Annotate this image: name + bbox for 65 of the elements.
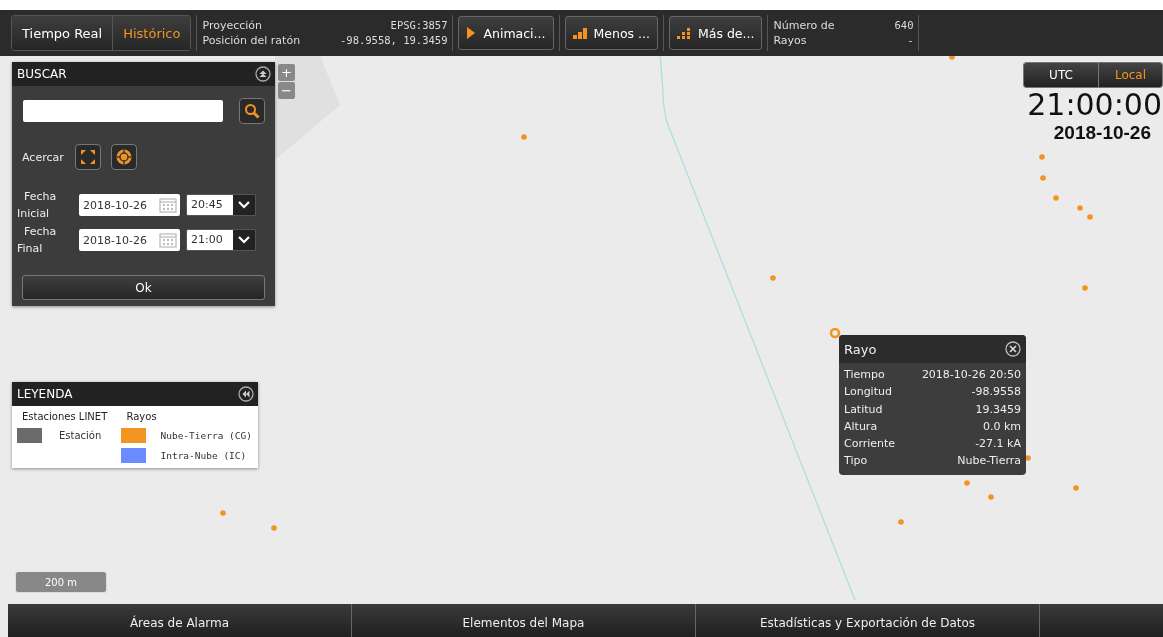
search-field[interactable] — [23, 100, 223, 122]
popup-label: Tipo — [844, 453, 868, 470]
toolbar-button[interactable]: Menos ... — [564, 16, 658, 50]
bars-icon — [572, 27, 587, 39]
toolbar-button[interactable]: Animaci... — [458, 16, 554, 50]
dots-bars-icon — [677, 27, 691, 39]
panel-title: LEYENDA — [17, 387, 73, 401]
crosshair-icon — [114, 148, 133, 166]
expand-icon — [79, 149, 96, 165]
play-icon — [466, 26, 477, 40]
caret-icon — [237, 235, 251, 245]
close-icon[interactable] — [1005, 341, 1021, 357]
clock-time: 21:00:00 — [1027, 88, 1162, 122]
date-label: Fecha — [23, 224, 58, 240]
clock-date: 2018-10-26 — [1053, 122, 1151, 144]
count-label: Número de — [773, 19, 835, 32]
panel-title: BUSCAR — [17, 67, 67, 81]
time-dropdown[interactable]: 21:00 — [186, 229, 256, 251]
legend-heading: Estaciones LINET — [21, 410, 109, 424]
locate-button[interactable] — [110, 144, 137, 170]
ok-button[interactable]: Ok — [22, 275, 265, 300]
legend-heading: Rayos — [125, 410, 158, 424]
count-label: Rayos — [773, 34, 807, 47]
date-field[interactable]: 2018-10-26 — [79, 229, 180, 251]
extent-button[interactable] — [74, 144, 101, 170]
time-dropdown[interactable]: 20:45 — [186, 194, 256, 216]
count-value: - — [907, 34, 914, 47]
info-label: Posición del ratón — [202, 34, 301, 47]
popup-label: Latitud — [844, 401, 883, 418]
legend-label: Intra-Nube (IC) — [160, 449, 247, 461]
popup-label: Altura — [844, 418, 878, 435]
popup-value: 0.0 km — [982, 418, 1021, 435]
legend-label: Estación — [59, 429, 102, 441]
mode-tab[interactable]: Tiempo Real — [12, 16, 114, 50]
popup-value: 2018-10-26 20:50 — [921, 367, 1021, 383]
popup-value: 19.3459 — [975, 401, 1021, 418]
date-label: Inicial — [17, 206, 51, 222]
info-label: Proyección — [202, 19, 263, 32]
mode-tab[interactable]: Histórico — [113, 16, 191, 50]
collapse-icon[interactable] — [255, 66, 271, 82]
zoom-label: Acercar — [22, 150, 64, 164]
date-label: Final — [17, 241, 44, 257]
popup-value: Nube-Tierra — [957, 453, 1021, 470]
search-icon — [244, 103, 260, 119]
info-value: EPSG:3857 — [390, 19, 448, 32]
popup-label: Corriente — [844, 436, 896, 453]
zoom-out-button[interactable]: − — [278, 82, 295, 99]
date-label: Fecha — [23, 189, 58, 205]
timezone-tab[interactable]: UTC — [1024, 63, 1099, 87]
info-value: -98.9558, 19.3459 — [340, 34, 448, 47]
date-field[interactable]: 2018-10-26 — [79, 194, 180, 216]
popup-title: Rayo — [844, 341, 877, 357]
popup-value: -27.1 kA — [975, 436, 1021, 453]
timezone-tab[interactable]: Local — [1099, 63, 1162, 87]
popup-value: -98.9558 — [971, 384, 1021, 401]
toolbar-button[interactable]: Más de... — [669, 16, 763, 50]
popup-label: Tiempo — [844, 367, 885, 383]
legend-label: Nube-Tierra (CG) — [160, 429, 252, 441]
count-value: 640 — [894, 19, 914, 32]
popup-label: Longitud — [844, 384, 892, 401]
caret-icon — [237, 200, 251, 210]
search-button[interactable] — [239, 98, 265, 124]
scale-bar: 200 m — [15, 572, 107, 593]
collapse-icon[interactable] — [238, 386, 254, 402]
zoom-in-button[interactable]: + — [278, 64, 295, 81]
